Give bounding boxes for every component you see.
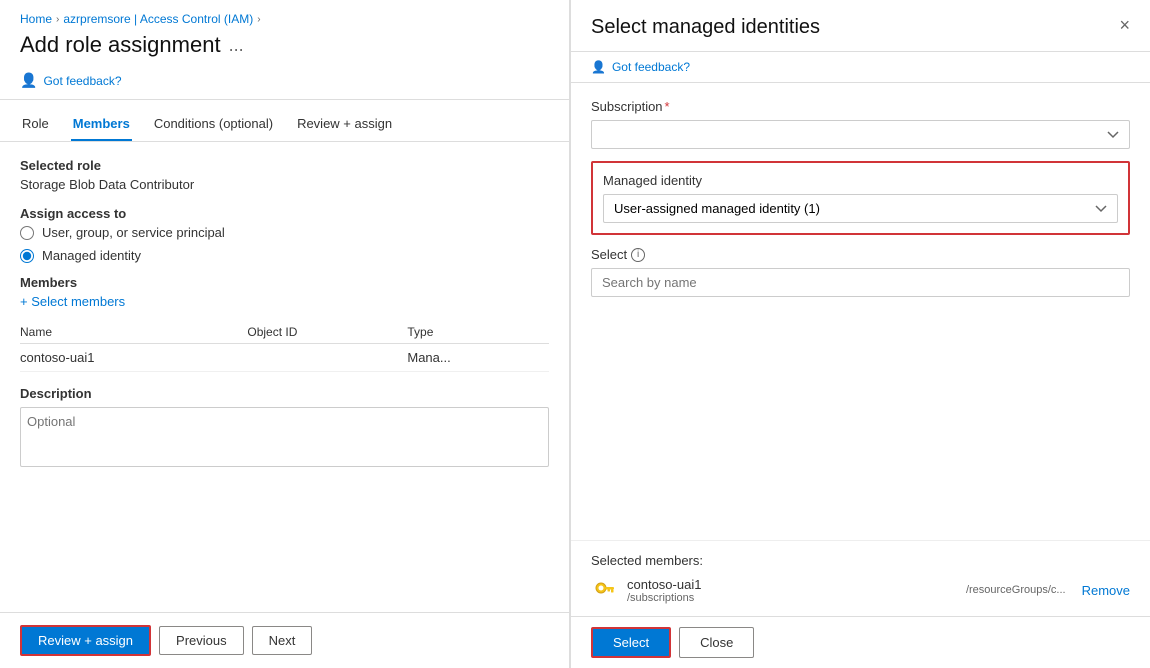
radio-managed-identity-label: Managed identity: [42, 248, 141, 263]
feedback-icon: 👤: [20, 72, 37, 89]
breadcrumb: Home › azrpremsore | Access Control (IAM…: [0, 0, 569, 32]
close-button[interactable]: ×: [1119, 16, 1130, 34]
dialog-close-button[interactable]: Close: [679, 627, 754, 658]
right-panel: Select managed identities × 👤 Got feedba…: [570, 0, 1150, 668]
bottom-bar: Review + assign Previous Next: [0, 612, 569, 668]
more-button[interactable]: ...: [229, 35, 244, 56]
selected-members-label: Selected members:: [591, 553, 1130, 568]
assign-access-label: Assign access to: [20, 206, 549, 221]
tab-members[interactable]: Members: [71, 108, 132, 141]
selected-members-section: Selected members: contoso-uai1 /subscrip…: [571, 540, 1150, 616]
subscription-dropdown[interactable]: [591, 120, 1130, 149]
member-path: /subscriptions: [627, 592, 842, 604]
dialog-feedback-icon: 👤: [591, 60, 606, 74]
col-type: Type: [407, 321, 549, 344]
managed-identity-box: Managed identity User-assigned managed i…: [591, 161, 1130, 235]
managed-identity-dropdown[interactable]: User-assigned managed identity (1): [603, 194, 1118, 223]
table-row: contoso-uai1 Mana...: [20, 344, 549, 372]
dialog-header: Select managed identities ×: [571, 0, 1150, 52]
select-members-link[interactable]: + Select members: [20, 294, 549, 309]
feedback-row[interactable]: 👤 Got feedback?: [0, 68, 569, 99]
subscription-label: Subscription*: [591, 99, 1130, 114]
tabs: Role Members Conditions (optional) Revie…: [0, 100, 569, 142]
tab-role[interactable]: Role: [20, 108, 51, 141]
previous-button[interactable]: Previous: [159, 626, 244, 655]
selected-role-value: Storage Blob Data Contributor: [20, 177, 549, 192]
select-label-text: Select: [591, 247, 627, 262]
member-name: contoso-uai1: [20, 344, 247, 372]
member-key-icon: [591, 576, 619, 604]
radio-user-group-input[interactable]: [20, 226, 34, 240]
breadcrumb-home[interactable]: Home: [20, 12, 52, 26]
selected-role-label: Selected role: [20, 158, 549, 173]
members-label: Members: [20, 275, 549, 290]
tab-review-assign[interactable]: Review + assign: [295, 108, 394, 141]
col-name: Name: [20, 321, 247, 344]
member-name-display: contoso-uai1: [627, 577, 842, 592]
review-assign-button[interactable]: Review + assign: [20, 625, 151, 656]
members-table: Name Object ID Type contoso-uai1 Mana...: [20, 321, 549, 372]
page-title-row: Add role assignment ...: [0, 32, 569, 68]
radio-managed-identity: Managed identity: [20, 248, 549, 263]
member-type: Mana...: [407, 344, 549, 372]
search-input[interactable]: [591, 268, 1130, 297]
dialog-body: Subscription* Managed identity User-assi…: [571, 83, 1150, 540]
description-section: Description: [20, 386, 549, 470]
breadcrumb-resource[interactable]: azrpremsore | Access Control (IAM): [63, 12, 253, 26]
subscription-required: *: [665, 99, 670, 114]
breadcrumb-sep2: ›: [257, 14, 260, 25]
dialog-title: Select managed identities: [591, 16, 820, 39]
members-section: Members + Select members Name Object ID …: [20, 275, 549, 372]
col-object-id: Object ID: [247, 321, 407, 344]
left-panel: Home › azrpremsore | Access Control (IAM…: [0, 0, 570, 668]
member-object-id: [247, 344, 407, 372]
radio-user-group: User, group, or service principal: [20, 225, 549, 240]
page-title: Add role assignment: [20, 32, 221, 58]
dialog-feedback-label: Got feedback?: [612, 60, 690, 74]
description-label: Description: [20, 386, 549, 401]
radio-managed-identity-input[interactable]: [20, 249, 34, 263]
tab-conditions[interactable]: Conditions (optional): [152, 108, 275, 141]
next-button[interactable]: Next: [252, 626, 313, 655]
member-resource: /resourceGroups/c...: [850, 584, 1065, 596]
radio-group: User, group, or service principal Manage…: [20, 225, 549, 263]
member-info: contoso-uai1 /subscriptions: [627, 577, 842, 604]
dialog-bottom: Select Close: [571, 616, 1150, 668]
radio-user-group-label: User, group, or service principal: [42, 225, 225, 240]
description-input[interactable]: [20, 407, 549, 467]
managed-identity-label: Managed identity: [603, 173, 1118, 188]
select-button[interactable]: Select: [591, 627, 671, 658]
breadcrumb-sep1: ›: [56, 14, 59, 25]
feedback-label: Got feedback?: [43, 74, 121, 88]
selected-member-row: contoso-uai1 /subscriptions /resourceGro…: [591, 576, 1130, 604]
panel-body: Selected role Storage Blob Data Contribu…: [0, 142, 569, 612]
dialog-feedback[interactable]: 👤 Got feedback?: [571, 52, 1150, 83]
remove-link[interactable]: Remove: [1082, 583, 1130, 598]
info-icon[interactable]: i: [631, 248, 645, 262]
select-field-label: Select i: [591, 247, 1130, 262]
